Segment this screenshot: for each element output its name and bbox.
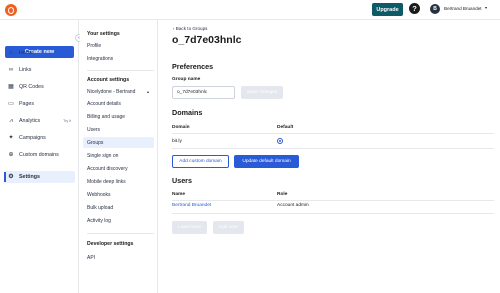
add-custom-domain-button[interactable]: Add custom domain [172, 155, 229, 168]
domain-column-header: Domain [172, 125, 190, 130]
settings-item-integrations[interactable]: Integrations [83, 53, 154, 64]
sidebar-item-label: QR Codes [19, 84, 44, 90]
sidebar-item-label: Links [19, 67, 32, 73]
add-user-button[interactable]: Add user [213, 221, 244, 234]
user-role-cell: Account admin [277, 203, 309, 208]
avatar[interactable]: B [430, 4, 440, 14]
user-menu-name[interactable]: Bertrand Bruandet [444, 6, 482, 11]
link-icon: ∞ [8, 67, 14, 73]
sidebar-item-home[interactable]: ⌂ Home [4, 47, 75, 59]
sidebar-item-label: Custom domains [19, 152, 59, 158]
load-more-button[interactable]: Load more [172, 221, 207, 234]
sidebar-item-settings[interactable]: ⚙ Settings [4, 171, 75, 183]
developer-settings-heading: Developer settings [87, 241, 134, 247]
divider [87, 233, 154, 234]
group-name-label: Group name [172, 77, 201, 82]
sidebar-item-label: Campaigns [19, 135, 46, 141]
account-selector[interactable]: Nicelydone - Bertrand ▴ [83, 86, 154, 97]
domain-cell: bit.ly [172, 139, 182, 144]
sidebar-item-pages[interactable]: ▭ Pages [4, 98, 75, 110]
group-name-input[interactable]: o_7d7e03hnlc [172, 86, 235, 99]
page-title: o_7d7e03hnlc [172, 34, 242, 46]
qr-code-icon: ▦ [8, 84, 14, 90]
user-name-link[interactable]: Bertrand Bruandet [172, 203, 211, 208]
custom-domains-icon: ⊕ [8, 152, 14, 158]
settings-item-activity-log[interactable]: Activity log [83, 215, 154, 226]
settings-item-mobile-deep-links[interactable]: Mobile deep links [83, 176, 154, 187]
home-icon: ⌂ [9, 50, 13, 56]
try-it-badge: Try it [63, 119, 71, 123]
settings-icon: ⚙ [8, 174, 14, 180]
settings-item-account-details[interactable]: Account details [83, 98, 154, 109]
analytics-icon: ⩘ [9, 118, 13, 124]
divider [172, 133, 494, 134]
settings-nav: Your settings Profile Integrations Accou… [80, 20, 158, 293]
settings-item-api[interactable]: API [83, 252, 154, 263]
chevron-up-icon: ▴ [147, 89, 150, 94]
preferences-heading: Preferences [172, 62, 214, 71]
settings-item-profile[interactable]: Profile [83, 40, 154, 51]
sidebar-item-campaigns[interactable]: ✦ Campaigns [4, 132, 75, 144]
sidebar-item-label: Settings [19, 174, 40, 180]
default-column-header: Default [277, 125, 294, 130]
settings-item-sso[interactable]: Single sign on [83, 150, 154, 161]
save-changes-button[interactable]: Save changes [241, 86, 283, 99]
settings-item-billing[interactable]: Billing and usage [83, 111, 154, 122]
sidebar: ‹ Create new ⌂ Home ∞ Links ▦ QR Codes ▭… [0, 20, 83, 293]
top-bar: Upgrade ? B Bertrand Bruandet ▾ [0, 0, 500, 20]
main-content: ‹ Back to Groups o_7d7e03hnlc Preference… [159, 20, 500, 293]
settings-item-users[interactable]: Users [83, 124, 154, 135]
campaigns-icon: ✦ [8, 135, 14, 141]
sidebar-item-custom-domains[interactable]: ⊕ Custom domains [4, 149, 75, 161]
divider [172, 148, 494, 149]
divider [172, 200, 494, 201]
settings-item-account-discovery[interactable]: Account discovery [83, 163, 154, 174]
sidebar-item-links[interactable]: ∞ Links [4, 64, 75, 76]
sidebar-item-label: Analytics [19, 118, 41, 124]
name-column-header: Name [172, 192, 186, 197]
bitly-logo-icon[interactable] [5, 4, 17, 16]
settings-item-webhooks[interactable]: Webhooks [83, 189, 154, 200]
your-settings-heading: Your settings [87, 31, 120, 37]
pages-icon: ▭ [8, 101, 14, 107]
sidebar-item-analytics[interactable]: ⩘ Analytics Try it [4, 115, 75, 127]
account-settings-heading: Account settings [87, 77, 130, 83]
upgrade-button[interactable]: Upgrade [372, 3, 403, 16]
users-heading: Users [172, 176, 192, 185]
chevron-down-icon[interactable]: ▾ [485, 5, 487, 10]
help-icon[interactable]: ? [409, 3, 420, 14]
update-default-domain-button[interactable]: Update default domain [234, 155, 299, 168]
settings-item-groups[interactable]: Groups [83, 137, 154, 148]
sidebar-item-label: Home [19, 50, 34, 56]
role-column-header: Role [277, 192, 288, 197]
sidebar-item-label: Pages [19, 101, 35, 107]
domains-heading: Domains [172, 108, 203, 117]
sidebar-item-qr-codes[interactable]: ▦ QR Codes [4, 81, 75, 93]
back-to-groups-link[interactable]: ‹ Back to Groups [173, 26, 207, 31]
divider [172, 213, 494, 214]
default-domain-radio[interactable] [277, 138, 283, 144]
divider [87, 70, 154, 71]
settings-item-bulk-upload[interactable]: Bulk upload [83, 202, 154, 213]
account-selector-label: Nicelydone - Bertrand [87, 88, 136, 95]
